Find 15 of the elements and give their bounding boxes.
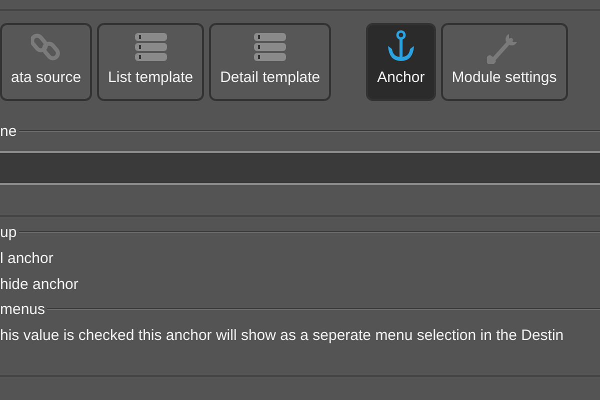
option-label: hide anchor	[0, 276, 80, 294]
toolbar-button[interactable]: Detail template	[209, 23, 332, 101]
link-icon	[31, 32, 62, 62]
toolbar-button[interactable]: List template	[97, 23, 204, 101]
toolbar-button[interactable]: Anchor	[366, 23, 436, 101]
input-field[interactable]	[0, 151, 600, 185]
section-legend: up	[0, 224, 19, 240]
section-legend: ne	[0, 122, 19, 140]
toolbar-button[interactable]: ata source	[0, 23, 92, 101]
list-icon	[132, 32, 169, 62]
toolbar-button[interactable]: Module settings	[440, 23, 568, 101]
list-icon	[252, 32, 288, 62]
option-label: l anchor	[0, 250, 54, 268]
section-legend: menus	[0, 300, 48, 318]
option-label: his value is checked this anchor will show as a seperate menu selection in the Destin	[0, 327, 600, 377]
